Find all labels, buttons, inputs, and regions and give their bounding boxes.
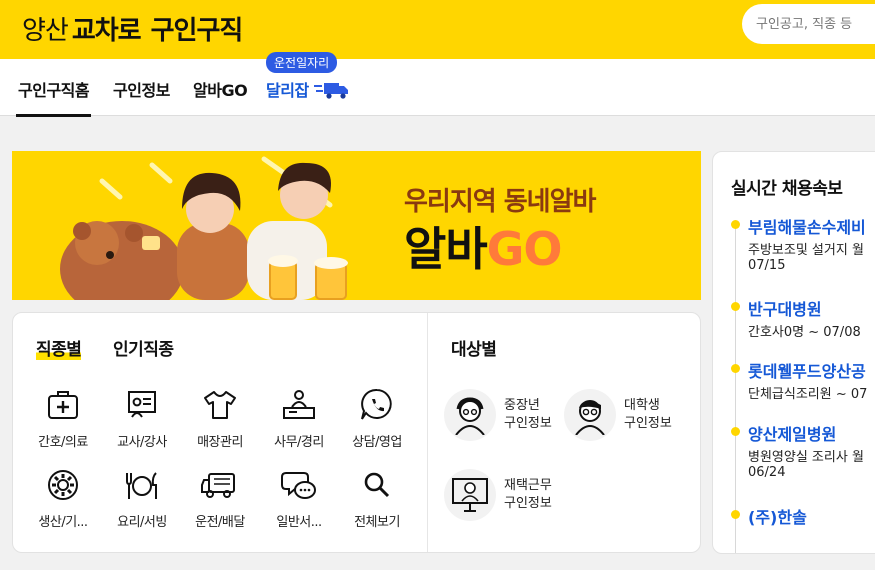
medical-kit-icon [48,391,78,419]
timeline-line [735,222,736,553]
timeline-dot [731,427,740,436]
category-general-service[interactable]: 일반서... [260,465,338,530]
nav-tab-albago[interactable]: 알바GO [193,77,248,101]
realtime-jobs-panel: 실시간 채용속보 부림해물손수제비 주방보조및 설거지 월 07/15 반구대병… [712,151,875,554]
target-college-student[interactable]: 대학생구인정보 [564,389,672,441]
search-icon [364,472,390,498]
banner-illustration [60,156,348,300]
category-office-accounting[interactable]: 사무/경리 [260,385,338,450]
timeline-dot [731,220,740,229]
timeline-dot [731,302,740,311]
job-desc: 단체급식조리원 ~ 07 [748,387,868,402]
category-nursing-medical[interactable]: 간호/의료 [24,385,102,450]
logo-region: 양산 [22,16,69,46]
company-name[interactable]: 롯데웰푸드양산공 [748,358,866,382]
site-logo[interactable]: 양산 교차로 구인구직 [22,10,244,47]
category-view-all[interactable]: 전체보기 [338,465,416,530]
card-divider [427,313,428,552]
category-label: 일반서... [276,515,322,530]
job-desc: 병원영양실 조리사 월 [748,450,864,465]
category-cooking-serving[interactable]: 요리/서빙 [103,465,181,530]
category-card: 직종별 인기직종 간호/의료 교사/강사 매장관리 사무/경리 상담/영업 생산… [12,312,701,553]
shirt-icon [204,391,236,419]
gear-icon [48,470,78,500]
nav-tab-job-info[interactable]: 구인정보 [113,77,170,101]
category-label: 간호/의료 [38,435,88,450]
search-input[interactable] [756,16,875,32]
company-name[interactable]: 부림해물손수제비 [748,214,866,238]
office-desk-icon [283,390,315,419]
target-middle-aged[interactable]: 중장년구인정보 [444,389,552,441]
logo-brand: 교차로 [71,16,142,46]
category-consulting-sales[interactable]: 상담/영업 [338,385,416,450]
senior-avatar-icon [444,389,496,441]
company-name[interactable]: 양산제일병원 [748,421,836,445]
tab-popular-jobs[interactable]: 인기직종 [113,335,174,360]
category-label: 전체보기 [354,515,400,530]
target-line2: 구인정보 [504,416,552,431]
remote-work-avatar-icon [444,469,496,521]
job-date: 07/15 [748,258,786,273]
job-desc: 간호사0명 ~ 07/08 [748,325,861,340]
delivery-truck-icon [314,83,348,99]
category-label: 운전/배달 [195,515,245,530]
target-section-title: 대상별 [451,340,497,360]
target-line2: 구인정보 [504,496,552,511]
target-line1: 재택근무 [504,478,552,493]
nav-tab-home[interactable]: 구인구직홈 [15,77,92,117]
category-label: 요리/서빙 [117,515,167,530]
target-line1: 대학생 [624,398,660,413]
speech-bubble-icon [281,472,316,499]
logo-sub: 구인구직 [150,16,244,46]
timeline-dot [731,510,740,519]
nav-tab-dallijob[interactable]: 달리잡 [266,77,309,101]
header-bar: 양산 교차로 구인구직 [0,0,875,59]
tab-by-job-type[interactable]: 직종별 [36,335,82,360]
category-label: 매장관리 [197,435,243,450]
job-desc: 주방보조및 설거지 월 [748,243,864,258]
tab-by-job-type-label: 직종별 [36,340,82,360]
category-store-management[interactable]: 매장관리 [181,385,259,450]
category-label: 교사/강사 [117,435,167,450]
driving-jobs-badge: 운전일자리 [266,52,338,73]
category-teacher-tutor[interactable]: 교사/강사 [103,385,181,450]
albago-banner[interactable]: 우리지역 동네알바 알바GO [12,151,701,300]
delivery-truck-icon [201,473,235,498]
main-nav: 구인구직홈 구인정보 알바GO 달리잡 [0,59,875,117]
category-production[interactable]: 생산/기... [24,465,102,530]
timeline-dot [731,364,740,373]
banner-logo-k: 알바 [404,222,488,276]
target-remote-work[interactable]: 재택근무구인정보 [444,469,552,521]
banner-logo-go: GO [486,222,563,276]
target-line2: 구인정보 [624,416,672,431]
category-label: 생산/기... [38,515,88,530]
plate-utensils-icon [126,472,157,499]
search-box[interactable] [742,4,875,44]
phone-chat-icon [361,388,392,420]
target-line1: 중장년 [504,398,540,413]
category-label: 상담/영업 [352,435,402,450]
company-name[interactable]: 반구대병원 [748,296,822,320]
category-driving-delivery[interactable]: 운전/배달 [181,465,259,530]
job-date: 06/24 [748,465,786,480]
teacher-board-icon [128,391,156,418]
banner-logo-text: 알바GO [404,213,563,279]
realtime-title: 실시간 채용속보 [731,179,843,199]
company-name[interactable]: (주)한솔 [748,504,807,528]
category-label: 사무/경리 [274,435,324,450]
student-avatar-icon [564,389,616,441]
